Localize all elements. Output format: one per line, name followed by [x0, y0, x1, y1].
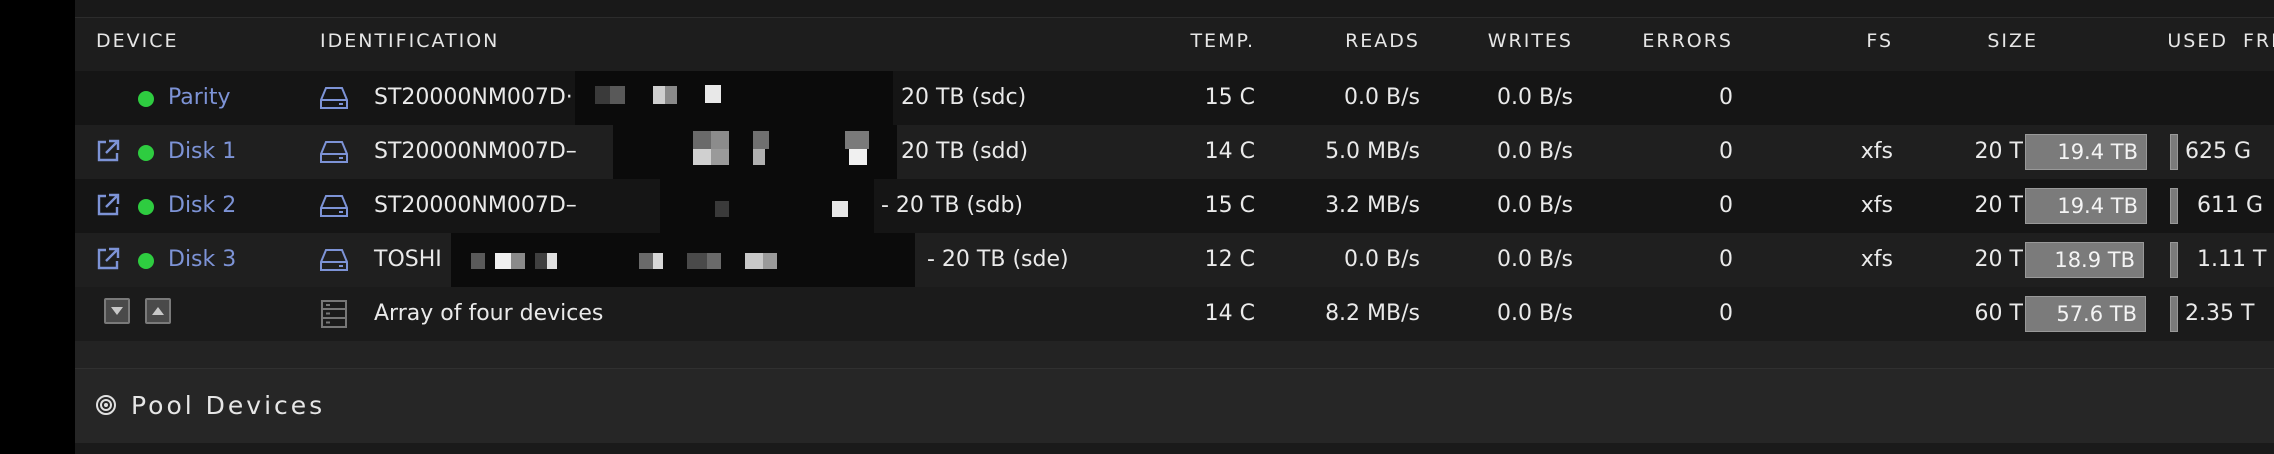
free-bar [2170, 242, 2178, 278]
status-dot [138, 253, 154, 269]
status-dot [138, 199, 154, 215]
caret-down-icon [111, 307, 123, 315]
reads-value: 0.0 B/s [1344, 247, 1420, 272]
temp-value: 15 C [1204, 85, 1255, 110]
table-row: Disk 2 ST20000NM007D– - 20 TB (sdb) 15 C… [75, 179, 2274, 233]
array-list-icon [321, 300, 347, 328]
writes-value: 0.0 B/s [1497, 85, 1573, 110]
free-bar [2170, 296, 2178, 332]
temp-value: 14 C [1204, 301, 1255, 326]
reads-value: 8.2 MB/s [1325, 301, 1420, 326]
identification-model: ST20000NM007D– [374, 193, 577, 218]
reads-value: 0.0 B/s [1344, 85, 1420, 110]
free-value: 611 G [2197, 193, 2264, 218]
identification-model: ST20000NM007D· [374, 85, 573, 110]
col-reads: READS [1345, 30, 1420, 52]
errors-value: 0 [1719, 85, 1733, 110]
device-link-disk1[interactable]: Disk 1 [168, 125, 236, 179]
pool-devices-title: Pool Devices [131, 391, 326, 420]
free-value: 1.11 T [2197, 247, 2267, 272]
col-size: SIZE [1987, 30, 2038, 52]
col-temp: TEMP. [1190, 30, 1255, 52]
errors-value: 0 [1719, 247, 1733, 272]
used-bar: 19.4 TB [2025, 134, 2147, 170]
errors-value: 0 [1719, 301, 1733, 326]
used-bar: 18.9 TB [2025, 242, 2144, 278]
errors-value: 0 [1719, 193, 1733, 218]
col-free: FRE [2243, 30, 2274, 52]
col-device: DEVICE [96, 30, 179, 52]
identification-size: - 20 TB (sde) [927, 247, 1069, 272]
identification-model: ST20000NM007D– [374, 139, 577, 164]
fs-value: xfs [1860, 139, 1893, 164]
free-bar [2170, 188, 2178, 224]
hard-drive-icon [320, 195, 348, 217]
used-bar: 57.6 TB [2025, 296, 2146, 332]
fs-value: xfs [1860, 247, 1893, 272]
used-value: 19.4 TB [2057, 140, 2138, 164]
table-row: Disk 1 ST20000NM007D– 20 TB (sdd) 14 C 5… [75, 125, 2274, 179]
writes-value: 0.0 B/s [1497, 193, 1573, 218]
bottom-strip [75, 443, 2274, 454]
identification-model: TOSHI [374, 247, 442, 272]
array-summary-label: Array of four devices [374, 301, 604, 326]
array-devices-panel: DEVICE IDENTIFICATION TEMP. READS WRITES… [75, 0, 2274, 454]
identification-size: 20 TB (sdc) [901, 85, 1027, 110]
temp-value: 14 C [1204, 139, 1255, 164]
pool-devices-header[interactable]: Pool Devices [75, 368, 2274, 444]
table-row: Parity ST20000NM007D· 20 TB (sdc) 15 C 0… [75, 71, 2274, 125]
free-value: 2.35 T [2185, 301, 2255, 326]
hard-drive-icon [320, 249, 348, 271]
used-value: 18.9 TB [2054, 248, 2135, 272]
col-identification: IDENTIFICATION [320, 30, 500, 52]
caret-up-icon [152, 307, 164, 315]
used-bar: 19.4 TB [2025, 188, 2147, 224]
col-writes: WRITES [1487, 30, 1573, 52]
hard-drive-icon [320, 141, 348, 163]
array-total-row: Array of four devices 14 C 8.2 MB/s 0.0 … [75, 287, 2274, 341]
identification-size: 20 TB (sdd) [901, 139, 1029, 164]
writes-value: 0.0 B/s [1497, 139, 1573, 164]
status-dot [138, 145, 154, 161]
top-strip [75, 0, 2274, 18]
device-link-parity[interactable]: Parity [168, 71, 231, 125]
used-value: 57.6 TB [2056, 302, 2137, 326]
device-link-disk2[interactable]: Disk 2 [168, 179, 236, 233]
status-dot [138, 91, 154, 107]
temp-value: 12 C [1204, 247, 1255, 272]
hard-drive-icon [320, 87, 348, 109]
device-link-disk3[interactable]: Disk 3 [168, 233, 236, 287]
target-icon [96, 395, 116, 415]
table-row: Disk 3 TOSHI - 20 TB (sde) 12 C 0.0 B/s … [75, 233, 2274, 287]
left-black-band [0, 0, 75, 454]
fs-value: xfs [1860, 193, 1893, 218]
redacted-serial [451, 233, 915, 287]
external-link-icon[interactable] [95, 192, 121, 218]
reads-value: 3.2 MB/s [1325, 193, 1420, 218]
collapse-button[interactable] [104, 298, 130, 324]
col-fs: FS [1866, 30, 1893, 52]
external-link-icon[interactable] [95, 138, 121, 164]
redacted-serial [575, 71, 893, 125]
redacted-serial [613, 125, 897, 179]
redacted-serial [660, 179, 874, 233]
free-bar [2170, 134, 2178, 170]
errors-value: 0 [1719, 139, 1733, 164]
col-used: USED [2167, 30, 2228, 52]
writes-value: 0.0 B/s [1497, 301, 1573, 326]
free-value: 625 G [2185, 139, 2252, 164]
expand-button[interactable] [145, 298, 171, 324]
temp-value: 15 C [1204, 193, 1255, 218]
external-link-icon[interactable] [95, 246, 121, 272]
used-value: 19.4 TB [2057, 194, 2138, 218]
section-spacer [75, 341, 2274, 368]
writes-value: 0.0 B/s [1497, 247, 1573, 272]
col-errors: ERRORS [1642, 30, 1733, 52]
identification-size: - 20 TB (sdb) [881, 193, 1024, 218]
reads-value: 5.0 MB/s [1325, 139, 1420, 164]
